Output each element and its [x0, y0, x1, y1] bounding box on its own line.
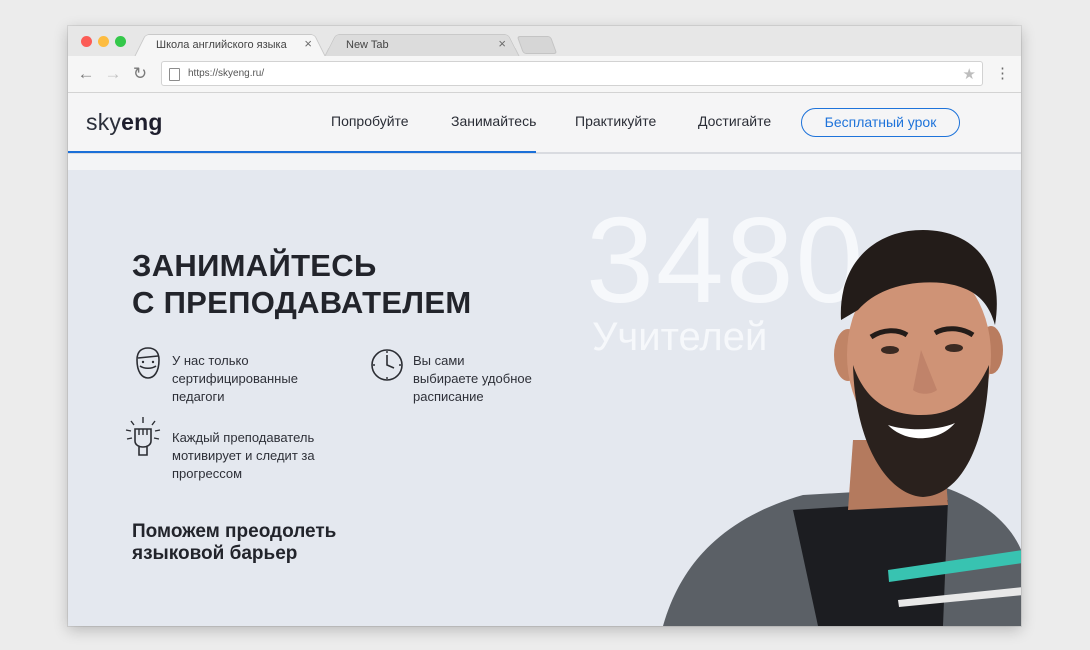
tab-title: Школа английского языка	[156, 39, 287, 51]
tab-title: New Tab	[346, 39, 389, 51]
feature-line: Вы сами	[413, 353, 465, 368]
site-header: skyeng Попробуйте Занимайтесь Практикуйт…	[68, 93, 1021, 154]
feature-line: прогрессом	[172, 466, 243, 481]
close-tab-icon[interactable]: ×	[498, 37, 506, 50]
new-tab-button[interactable]	[516, 36, 558, 54]
tab-new[interactable]: New Tab ×	[324, 31, 520, 57]
nav-link-practice[interactable]: Практикуйте	[575, 113, 656, 129]
url-text: https://skyeng.ru/	[188, 68, 265, 79]
clock-icon	[371, 349, 403, 381]
free-lesson-button[interactable]: Бесплатный урок	[801, 108, 960, 137]
teacher-photo	[663, 230, 1021, 626]
headline-line-2: С ПРЕПОДАВАТЕЛЕМ	[132, 285, 472, 320]
close-window-button[interactable]	[81, 36, 92, 47]
feature-certified: У нас только сертифицированные педагоги	[172, 352, 298, 406]
feature-motivation: Каждый преподаватель мотивирует и следит…	[172, 429, 315, 483]
skyeng-logo[interactable]: skyeng	[86, 109, 163, 136]
subheading-line-2: языковой барьер	[132, 543, 298, 564]
browser-window: Школа английского языка × New Tab × ← → …	[68, 26, 1021, 626]
tab-skyeng[interactable]: Школа английского языка ×	[134, 31, 326, 57]
maximize-window-button[interactable]	[115, 36, 126, 47]
nav-active-indicator	[68, 151, 536, 153]
feature-schedule: Вы сами выбираете удобное расписание	[413, 352, 532, 406]
close-tab-icon[interactable]: ×	[304, 37, 312, 50]
feature-line: расписание	[413, 389, 484, 404]
hero-section: 3480 Учителей ЗАНИМАЙТЕСЬ С ПРЕПОДАВАТЕЛ…	[68, 170, 1021, 626]
feature-line: педагоги	[172, 389, 225, 404]
teacher-face-icon	[136, 347, 160, 379]
nav-link-achieve[interactable]: Достигайте	[698, 113, 771, 129]
nav-link-try[interactable]: Попробуйте	[331, 113, 409, 129]
hero-headline: ЗАНИМАЙТЕСЬ С ПРЕПОДАВАТЕЛЕМ	[132, 247, 471, 321]
browser-titlebar: Школа английского языка × New Tab ×	[68, 26, 1021, 57]
feature-line: сертифицированные	[172, 371, 298, 386]
feature-line: мотивирует и следит за	[172, 448, 315, 463]
subheading-line-1: Поможем преодолеть	[132, 521, 337, 542]
browser-menu-icon[interactable]: ⋮	[995, 64, 1010, 84]
minimize-window-button[interactable]	[98, 36, 109, 47]
headline-line-1: ЗАНИМАЙТЕСЬ	[132, 248, 377, 283]
bookmark-star-icon[interactable]: ★	[963, 65, 976, 83]
feature-line: Каждый преподаватель	[172, 430, 315, 445]
logo-part-eng: eng	[121, 109, 163, 135]
fist-icon	[125, 417, 161, 456]
forward-arrow-icon[interactable]: →	[102, 63, 124, 85]
hero-subheading: Поможем преодолеть языковой барьер	[132, 521, 336, 565]
logo-part-sky: sky	[86, 109, 122, 135]
browser-toolbar: ← → ↻ https://skyeng.ru/ ★ ⋮	[68, 56, 1021, 93]
website: skyeng Попробуйте Занимайтесь Практикуйт…	[68, 93, 1021, 626]
reload-icon[interactable]: ↻	[129, 63, 151, 85]
address-bar[interactable]: https://skyeng.ru/ ★	[161, 61, 983, 86]
back-arrow-icon[interactable]: ←	[75, 63, 97, 85]
feature-line: выбираете удобное	[413, 371, 532, 386]
feature-line: У нас только	[172, 353, 249, 368]
nav-link-study[interactable]: Занимайтесь	[451, 113, 536, 129]
page-icon	[169, 68, 180, 81]
